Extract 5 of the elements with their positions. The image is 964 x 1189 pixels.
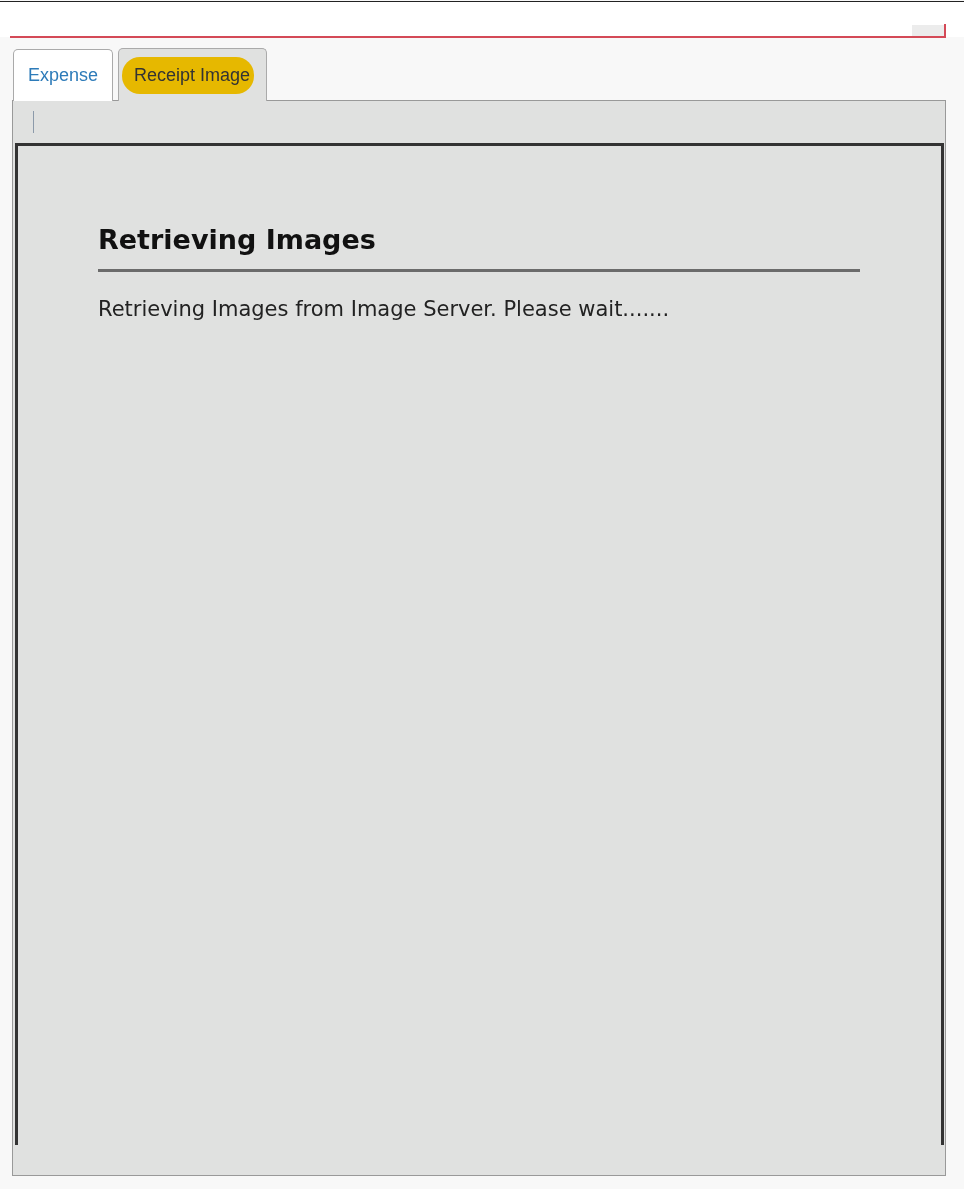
scrollbar-corner: [912, 25, 944, 36]
tab[interactable]: Receipt Image: [118, 48, 268, 101]
status-message: Retrieving Images from Image Server. Please wait.......: [98, 297, 671, 321]
heading: Retrieving Images: [98, 224, 860, 272]
tab[interactable]: Expense: [13, 49, 114, 101]
